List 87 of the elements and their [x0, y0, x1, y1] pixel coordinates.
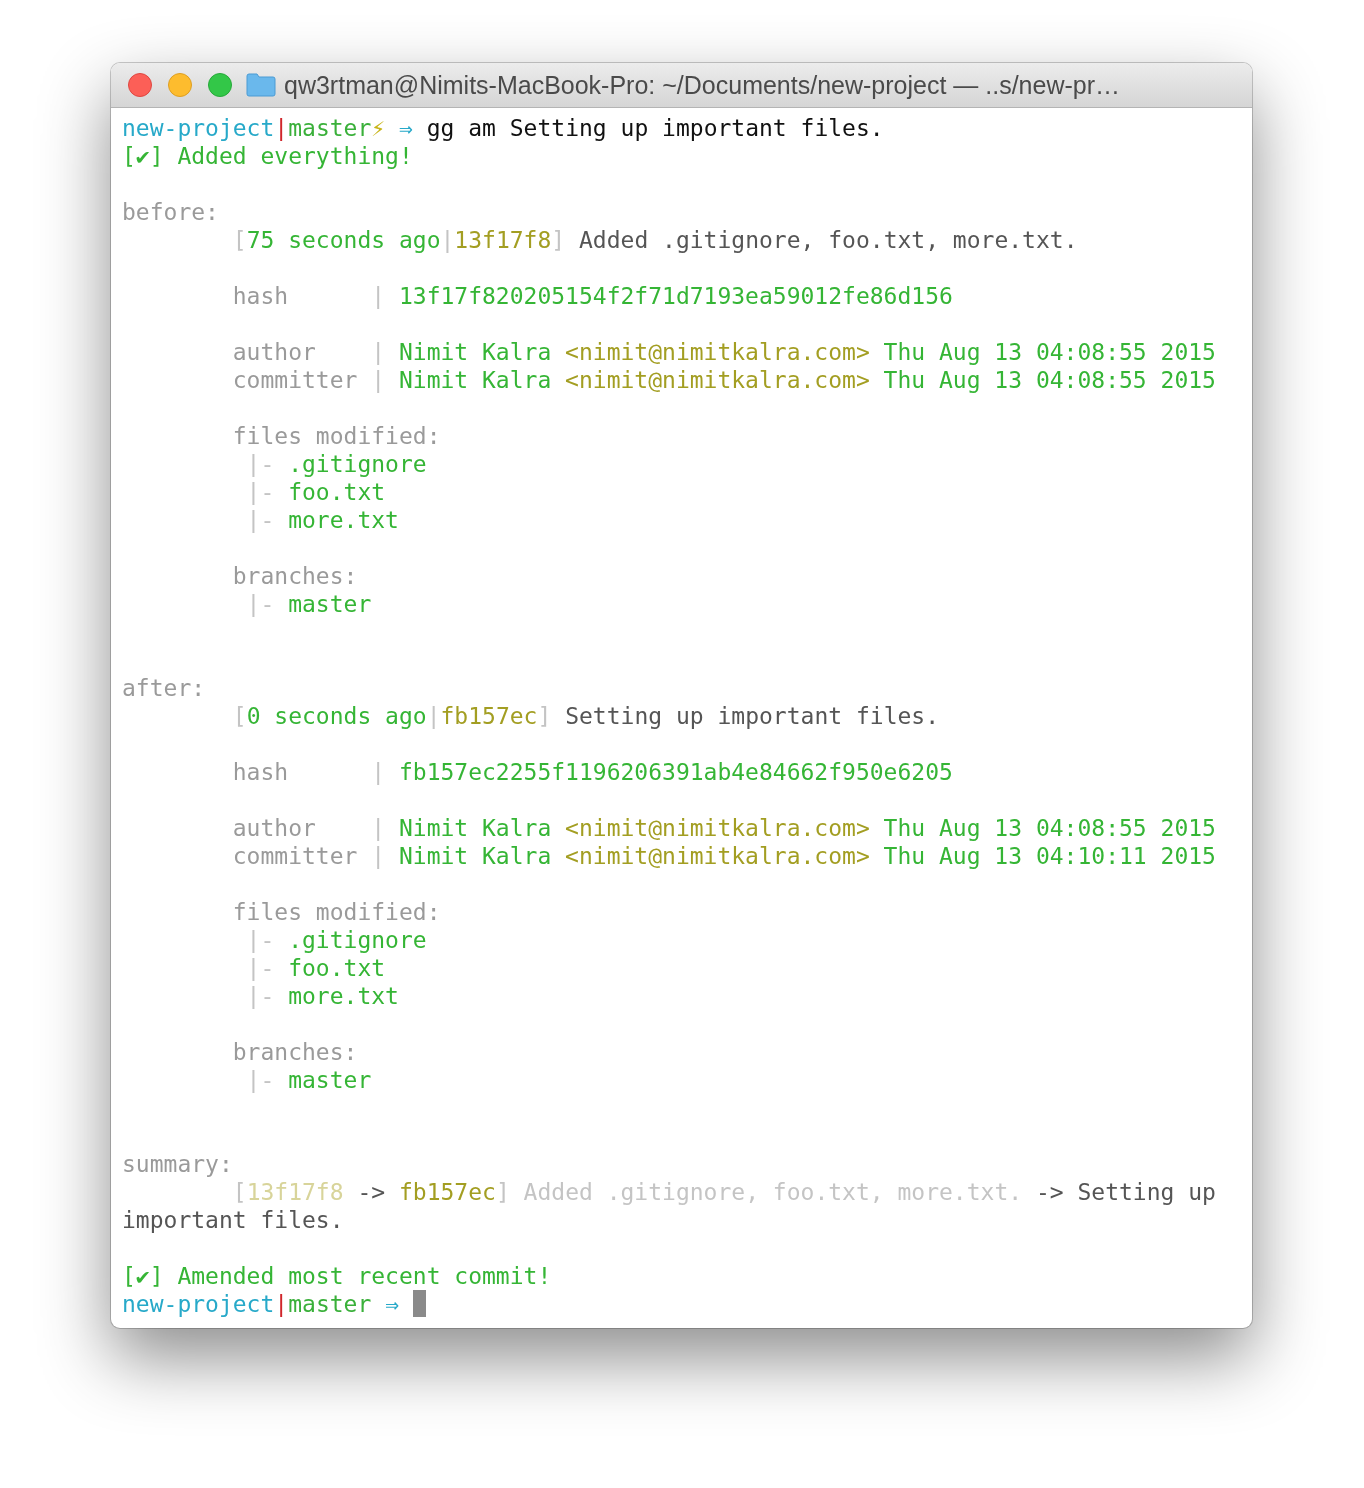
- hash-text: 13f17f8: [454, 227, 552, 253]
- close-button[interactable]: [128, 73, 152, 97]
- divider-text: ]: [495, 1179, 510, 1205]
- minimize-button[interactable]: [168, 73, 192, 97]
- output-text: 0 seconds ago: [246, 703, 427, 729]
- divider-text: |: [371, 815, 386, 841]
- output-text: master: [288, 591, 372, 617]
- output-text: Thu Aug 13 04:10:11 2015: [883, 843, 1216, 869]
- prompt-separator: |: [274, 1291, 289, 1317]
- section-label: before:: [122, 199, 219, 225]
- success-message: [✔] Added everything!: [122, 143, 413, 169]
- message-text: Setting up: [1077, 1179, 1216, 1205]
- divider-text: |-: [246, 927, 275, 953]
- success-message: [✔] Amended most recent commit!: [122, 1263, 552, 1289]
- divider-text: |-: [246, 591, 275, 617]
- field-label: hash: [232, 282, 290, 310]
- message-text: Setting up important files.: [565, 703, 939, 729]
- hash-text: <nimit@nimitkalra.com>: [565, 815, 870, 841]
- divider-text: |: [371, 843, 386, 869]
- output-text: master: [288, 1067, 372, 1093]
- message-text: important files.: [122, 1207, 344, 1233]
- zoom-button[interactable]: [208, 73, 232, 97]
- divider-text: ]: [537, 703, 552, 729]
- branch-name: master: [288, 1291, 372, 1317]
- message-text: Added .gitignore, foo.txt, more.txt.: [579, 227, 1078, 253]
- hash-text: fb157ec: [440, 703, 538, 729]
- output-text: .gitignore: [288, 451, 427, 477]
- output-text: .gitignore: [288, 927, 427, 953]
- section-label: after:: [122, 675, 206, 701]
- divider-text: |: [440, 227, 455, 253]
- hash-text: <nimit@nimitkalra.com>: [565, 843, 870, 869]
- divider-text: |: [371, 367, 386, 393]
- output-text: more.txt: [288, 507, 399, 533]
- directory-name: new-project: [122, 1291, 275, 1317]
- divider-text: |-: [246, 955, 275, 981]
- hash-text: fb157ec: [398, 1179, 496, 1205]
- output-text: Nimit Kalra: [398, 367, 552, 393]
- output-text: Nimit Kalra: [398, 339, 552, 365]
- output-text: fb157ec2255f1196206391ab4e84662f950e6205: [398, 759, 953, 785]
- field-label: committer: [232, 842, 359, 870]
- prompt-arrow: ⇒: [385, 1291, 399, 1317]
- divider-text: |-: [246, 1067, 275, 1093]
- message-text: ->: [1035, 1179, 1064, 1205]
- directory-name: new-project: [122, 115, 275, 141]
- output-text: more.txt: [288, 983, 399, 1009]
- output-text: foo.txt: [288, 479, 386, 505]
- divider-text: [: [232, 1179, 247, 1205]
- prompt-arrow: ⇒: [399, 115, 413, 141]
- divider-text: |: [371, 339, 386, 365]
- field-label: committer: [232, 366, 359, 394]
- message-text: ->: [357, 1179, 386, 1205]
- output-text: Thu Aug 13 04:08:55 2015: [883, 339, 1216, 365]
- divider-text: |-: [246, 507, 275, 533]
- old-hash-text: 13f17f8: [246, 1179, 344, 1205]
- output-text: foo.txt: [288, 955, 386, 981]
- field-label: author: [232, 814, 317, 842]
- output-text: 75 seconds ago: [246, 227, 441, 253]
- divider-text: |: [371, 759, 386, 785]
- divider-text: [: [232, 703, 247, 729]
- hash-text: <nimit@nimitkalra.com>: [565, 339, 870, 365]
- branch-name: master: [288, 115, 372, 141]
- section-label: branches:: [232, 563, 358, 589]
- folder-icon: [246, 73, 276, 97]
- section-label: branches:: [232, 1039, 358, 1065]
- divider-text: Added .gitignore, foo.txt, more.txt.: [523, 1179, 1023, 1205]
- output-text: 13f17f820205154f2f71d7193ea59012fe86d156: [398, 283, 953, 309]
- command-text: gg am Setting up important files.: [426, 115, 884, 141]
- field-label: hash: [232, 758, 290, 786]
- section-label: files modified:: [232, 899, 441, 925]
- output-text: Nimit Kalra: [398, 843, 552, 869]
- output-text: Thu Aug 13 04:08:55 2015: [883, 367, 1216, 393]
- output-text: Thu Aug 13 04:08:55 2015: [883, 815, 1216, 841]
- field-label: author: [232, 338, 317, 366]
- dirty-mark: ⚡: [371, 115, 386, 141]
- window-title: qw3rtman@Nimits-MacBook-Pro: ~/Documents/new-project — ..s/new-pr…: [284, 70, 1121, 100]
- divider-text: |-: [246, 983, 275, 1009]
- hash-text: <nimit@nimitkalra.com>: [565, 367, 870, 393]
- divider-text: |: [426, 703, 441, 729]
- output-text: Nimit Kalra: [398, 815, 552, 841]
- section-label: files modified:: [232, 423, 441, 449]
- section-label: summary:: [122, 1151, 233, 1177]
- divider-text: |-: [246, 479, 275, 505]
- divider-text: |-: [246, 451, 275, 477]
- prompt-separator: |: [274, 115, 289, 141]
- divider-text: ]: [551, 227, 566, 253]
- divider-text: |: [371, 283, 386, 309]
- divider-text: [: [232, 227, 247, 253]
